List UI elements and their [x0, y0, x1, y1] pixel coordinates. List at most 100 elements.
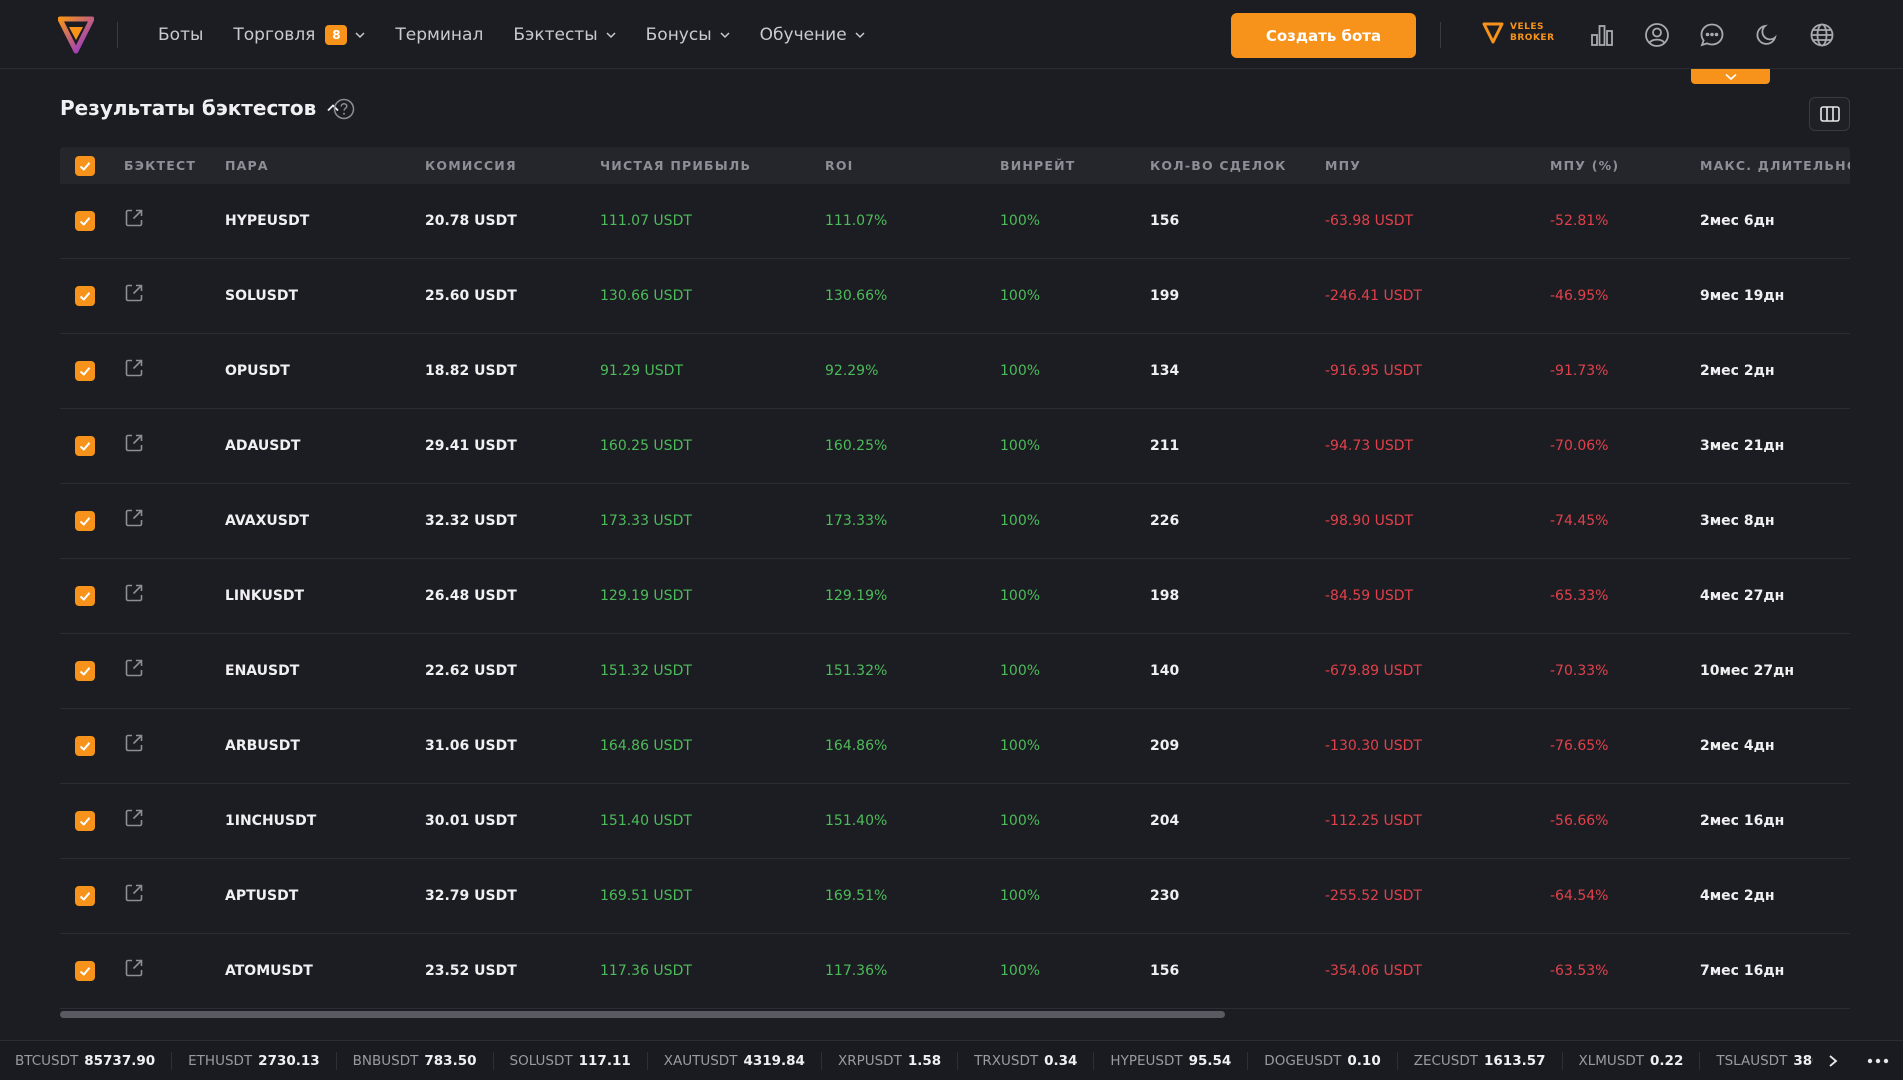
external-link-icon — [125, 884, 143, 902]
open-backtest-icon[interactable] — [123, 432, 145, 454]
ticker-item[interactable]: ETHUSDT 2730.13 — [172, 1051, 337, 1070]
cell-commission: 31.06 USDT — [425, 738, 517, 754]
nav-item-3[interactable]: Бэктесты — [513, 25, 616, 45]
table-row[interactable]: ATOMUSDT 23.52 USDT 117.36 USDT 117.36% 100%… — [60, 934, 1850, 1009]
header-roi[interactable]: ROI — [825, 147, 854, 184]
ticker-item[interactable]: ZECUSDT 1613.57 — [1398, 1051, 1563, 1070]
header-backtest[interactable]: БЭКТЕСТ — [124, 147, 196, 184]
chevron-down-icon — [855, 31, 865, 38]
check-icon — [79, 517, 91, 526]
more-dots-icon[interactable] — [1866, 1057, 1890, 1065]
table-row[interactable]: APTUSDT 32.79 USDT 169.51 USDT 169.51% 100% 2… — [60, 859, 1850, 934]
row-checkbox[interactable] — [75, 286, 95, 306]
horizontal-scrollbar[interactable] — [60, 1011, 1850, 1018]
cell-mpu-pct: -56.66% — [1550, 813, 1609, 829]
row-checkbox[interactable] — [75, 886, 95, 906]
cell-pair: ARBUSDT — [225, 738, 300, 754]
collapse-panel-tab[interactable] — [1691, 69, 1770, 84]
row-checkbox[interactable] — [75, 961, 95, 981]
table-row[interactable]: 1INCHUSDT 30.01 USDT 151.40 USDT 151.40% 100… — [60, 784, 1850, 859]
section-title-text: Результаты бэктестов — [60, 96, 317, 120]
cell-net-profit: 164.86 USDT — [600, 738, 692, 754]
cell-net-profit: 130.66 USDT — [600, 288, 692, 304]
header-winrate[interactable]: ВИНРЕЙТ — [1000, 147, 1076, 184]
row-checkbox[interactable] — [75, 661, 95, 681]
create-bot-button[interactable]: Создать бота — [1231, 13, 1416, 58]
bar-chart-icon[interactable] — [1589, 22, 1615, 48]
table-row[interactable]: ADAUSDT 29.41 USDT 160.25 USDT 160.25% 100% 2… — [60, 409, 1850, 484]
open-backtest-icon[interactable] — [123, 882, 145, 904]
nav-item-5[interactable]: Обучение — [760, 25, 865, 45]
cell-trades: 198 — [1150, 588, 1180, 604]
external-link-icon — [125, 734, 143, 752]
ticker-item[interactable]: DOGEUSDT 0.10 — [1248, 1051, 1398, 1070]
user-circle-icon[interactable] — [1644, 22, 1670, 48]
ticker-price: 117.11 — [578, 1052, 631, 1069]
header-max-duration[interactable]: МАКС. ДЛИТЕЛЬНОС — [1700, 147, 1850, 184]
row-checkbox[interactable] — [75, 511, 95, 531]
moon-icon[interactable] — [1754, 22, 1780, 48]
section-title[interactable]: Результаты бэктестов — [60, 96, 340, 120]
ticker-symbol: XRPUSDT — [837, 1052, 902, 1069]
open-backtest-icon[interactable] — [123, 732, 145, 754]
veles-broker-link[interactable]: VELES BROKER — [1482, 21, 1555, 45]
row-checkbox[interactable] — [75, 361, 95, 381]
cell-roi: 117.36% — [825, 963, 888, 979]
cell-commission: 18.82 USDT — [425, 363, 517, 379]
table-row[interactable]: AVAXUSDT 32.32 USDT 173.33 USDT 173.33% 100%… — [60, 484, 1850, 559]
nav-item-label: Бонусы — [645, 24, 712, 45]
scrollbar-thumb[interactable] — [60, 1011, 1225, 1018]
ticker-item[interactable]: BNBUSDT 783.50 — [337, 1051, 494, 1070]
open-backtest-icon[interactable] — [123, 657, 145, 679]
header-commission[interactable]: КОМИССИЯ — [425, 147, 517, 184]
open-backtest-icon[interactable] — [123, 582, 145, 604]
row-checkbox[interactable] — [75, 811, 95, 831]
header-mpu-pct[interactable]: МПУ (%) — [1550, 147, 1619, 184]
table-row[interactable]: LINKUSDT 26.48 USDT 129.19 USDT 129.19% 100%… — [60, 559, 1850, 634]
row-checkbox[interactable] — [75, 586, 95, 606]
ticker-item[interactable]: SOLUSDT 117.11 — [494, 1051, 648, 1070]
row-checkbox[interactable] — [75, 211, 95, 231]
chevron-right-icon[interactable] — [1827, 1054, 1839, 1068]
row-checkbox[interactable] — [75, 736, 95, 756]
table-row[interactable]: ARBUSDT 31.06 USDT 164.86 USDT 164.86% 100% 2… — [60, 709, 1850, 784]
ticker-item[interactable]: BTCUSDT 85737.90 — [0, 1051, 173, 1070]
help-icon[interactable] — [333, 98, 355, 120]
ticker-item[interactable]: XRPUSDT 1.58 — [822, 1051, 959, 1070]
check-icon — [79, 162, 91, 171]
select-all-checkbox[interactable] — [75, 156, 95, 176]
open-backtest-icon[interactable] — [123, 957, 145, 979]
ticker-item[interactable]: HYPEUSDT 95.54 — [1094, 1051, 1249, 1070]
nav-item-2[interactable]: Терминал — [395, 25, 483, 45]
cell-net-profit: 151.32 USDT — [600, 663, 692, 679]
header-trades[interactable]: КОЛ-ВО СДЕЛОК — [1150, 147, 1287, 184]
nav-item-label: Терминал — [395, 24, 484, 45]
open-backtest-icon[interactable] — [123, 807, 145, 829]
ticker-price: 783.50 — [424, 1052, 477, 1069]
open-backtest-icon[interactable] — [123, 282, 145, 304]
table-row[interactable]: OPUSDT 18.82 USDT 91.29 USDT 92.29% 100% 134 -… — [60, 334, 1850, 409]
ticker-item[interactable]: XAUTUSDT 4319.84 — [648, 1051, 822, 1070]
column-settings-button[interactable] — [1809, 97, 1850, 131]
header-pair[interactable]: ПАРА — [225, 147, 269, 184]
ticker-item[interactable]: TRXUSDT 0.34 — [958, 1051, 1095, 1070]
table-row[interactable]: ENAUSDT 22.62 USDT 151.32 USDT 151.32% 100% 1… — [60, 634, 1850, 709]
cell-mpu-pct: -64.54% — [1550, 888, 1609, 904]
nav-item-0[interactable]: Боты — [158, 25, 203, 45]
ticker-item[interactable]: XLMUSDT 0.22 — [1563, 1051, 1701, 1070]
header-mpu[interactable]: МПУ — [1325, 147, 1361, 184]
external-link-icon — [125, 209, 143, 227]
cell-net-profit: 117.36 USDT — [600, 963, 692, 979]
open-backtest-icon[interactable] — [123, 507, 145, 529]
chat-icon[interactable] — [1699, 22, 1725, 48]
globe-icon[interactable] — [1809, 22, 1835, 48]
nav-item-4[interactable]: Бонусы — [646, 25, 730, 45]
header-net-profit[interactable]: ЧИСТАЯ ПРИБЫЛЬ — [600, 147, 751, 184]
row-checkbox[interactable] — [75, 436, 95, 456]
open-backtest-icon[interactable] — [123, 357, 145, 379]
table-row[interactable]: SOLUSDT 25.60 USDT 130.66 USDT 130.66% 100% 1… — [60, 259, 1850, 334]
app-logo-icon[interactable] — [58, 16, 94, 54]
nav-item-1[interactable]: Торговля 8 — [233, 24, 365, 45]
table-row[interactable]: HYPEUSDT 20.78 USDT 111.07 USDT 111.07% 100%… — [60, 184, 1850, 259]
open-backtest-icon[interactable] — [123, 207, 145, 229]
